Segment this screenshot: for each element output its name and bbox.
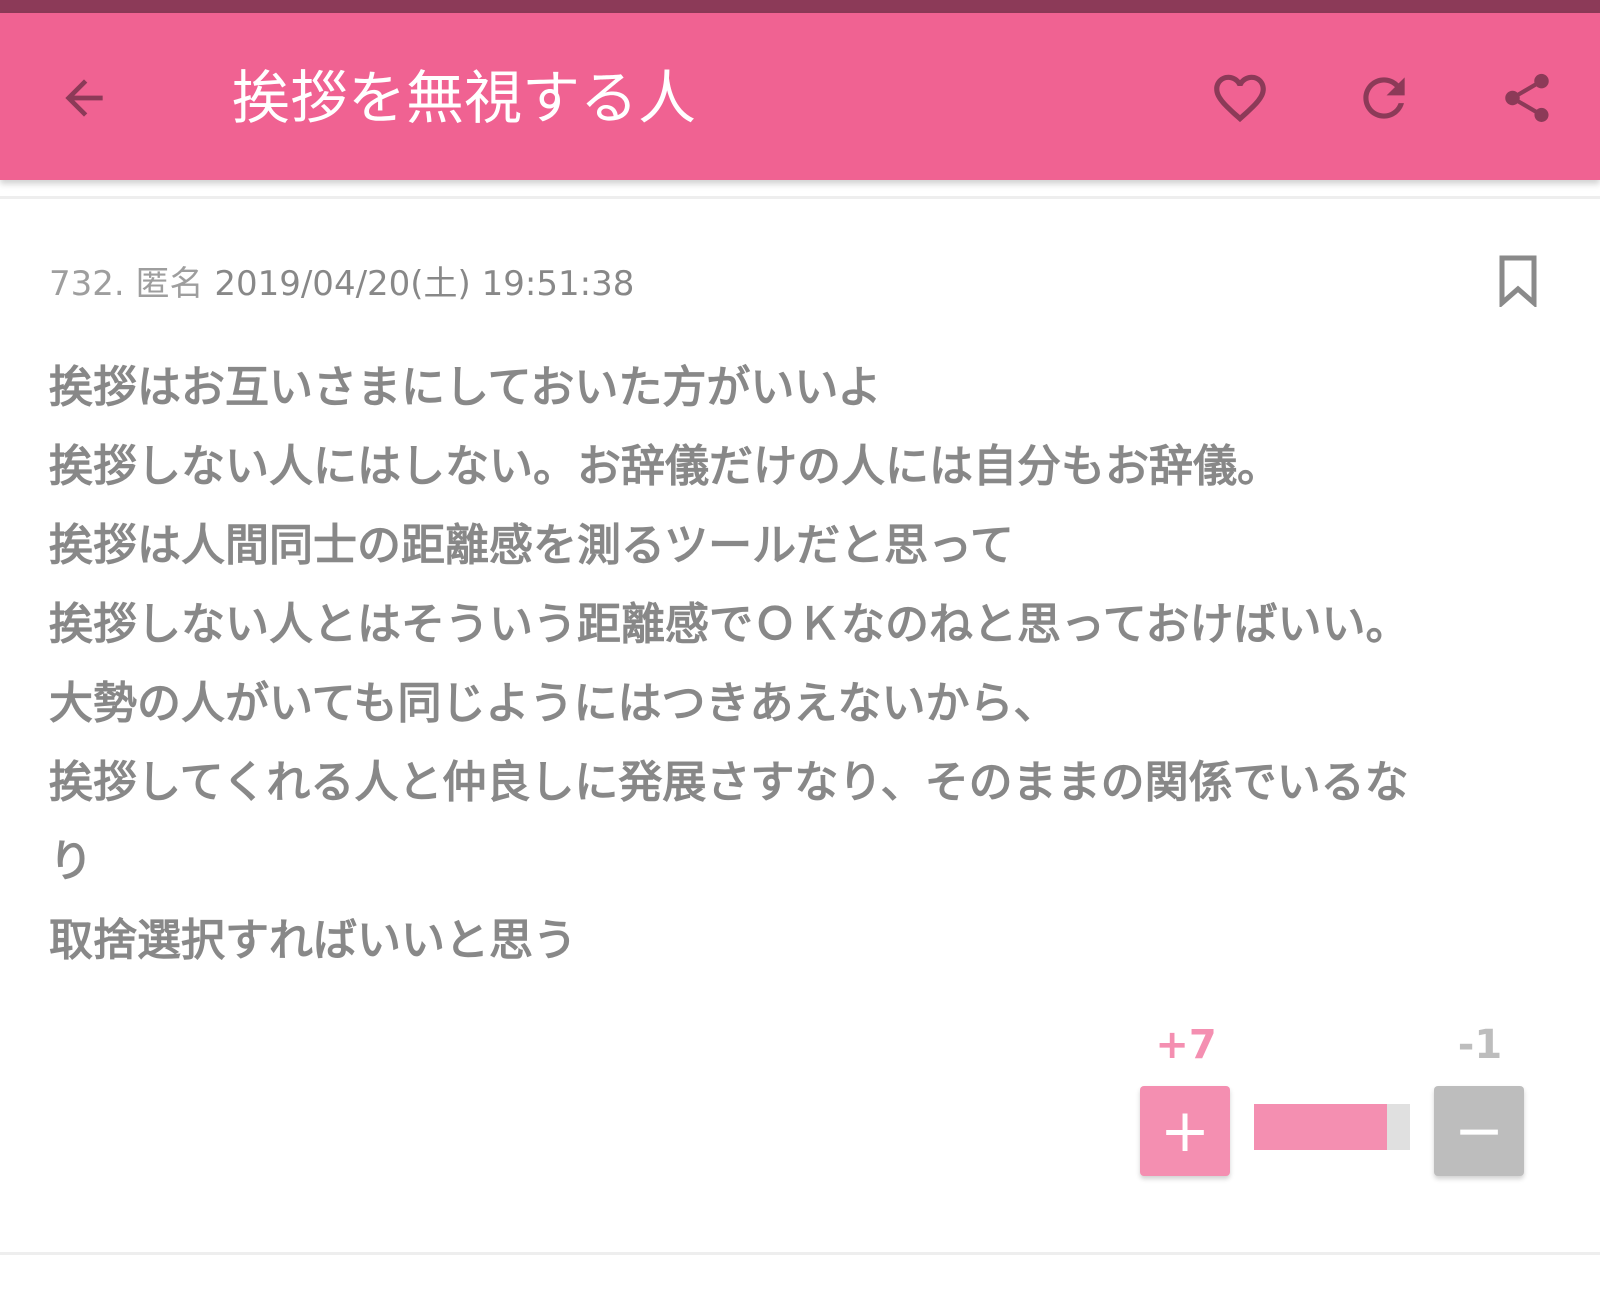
plus-icon: + — [1159, 1096, 1211, 1166]
divider — [0, 196, 1600, 199]
post-datetime: 2019/04/20(土) 19:51:38 — [214, 264, 635, 304]
bookmark-icon — [1499, 255, 1537, 307]
share-button[interactable] — [1485, 56, 1569, 140]
post-body-line: 大勢の人がいても同じようにはつきあえないから、 — [49, 678, 1058, 729]
post-body-line: 挨拶は人間同士の距離感を測るツールだと思って — [49, 520, 1014, 571]
page-title: 挨拶を無視する人 — [232, 64, 697, 132]
post-author: 匿名 — [135, 264, 204, 304]
app-bar: 挨拶を無視する人 — [0, 13, 1600, 180]
status-strip — [0, 0, 1600, 13]
arrow-left-icon — [65, 79, 103, 117]
share-icon — [1505, 73, 1549, 122]
divider — [0, 1252, 1600, 1255]
minus-icon: − — [1453, 1096, 1505, 1166]
post-body-line: 挨拶はお互いさまにしておいた方がいいよ — [49, 362, 882, 413]
reload-button[interactable] — [1342, 56, 1426, 140]
plus-vote-count: +7 — [1155, 1022, 1217, 1068]
refresh-icon — [1363, 77, 1405, 119]
post-body-line: 挨拶しない人にはしない。お辞儀だけの人には自分もお辞儀。 — [49, 441, 1281, 492]
post-meta: 732. 匿名 2019/04/20(土) 19:51:38 — [49, 256, 634, 305]
bookmark-button[interactable] — [1494, 255, 1542, 313]
post-body-line: 挨拶しない人とはそういう距離感でＯＫなのねと思っておけばいい。 — [49, 599, 1410, 650]
vote-ratio-fill — [1254, 1104, 1387, 1150]
post-body-line: 取捨選択すればいいと思う — [49, 915, 577, 966]
vote-ratio-bar — [1254, 1104, 1410, 1150]
post-body-line: り — [49, 836, 93, 887]
favorite-button[interactable] — [1198, 56, 1282, 140]
plus-vote-button[interactable]: + — [1140, 1086, 1230, 1176]
post-body: 挨拶はお互いさまにしておいた方がいいよ 挨拶しない人にはしない。お辞儀だけの人に… — [49, 348, 1569, 980]
post-body-line: 挨拶してくれる人と仲良しに発展さすなり、そのままの関係でいるな — [49, 757, 1409, 808]
minus-vote-count: -1 — [1457, 1022, 1503, 1068]
heart-icon — [1214, 74, 1266, 123]
back-button[interactable] — [42, 56, 126, 140]
post-number: 732. — [49, 264, 125, 304]
minus-vote-button[interactable]: − — [1434, 1086, 1524, 1176]
